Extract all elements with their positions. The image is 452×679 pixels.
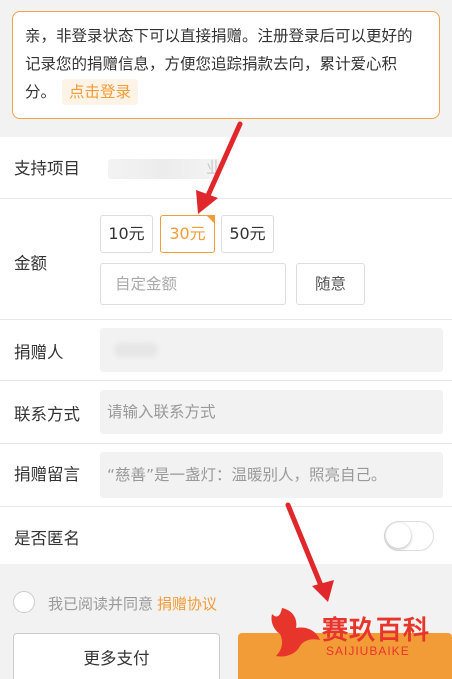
message-label: 捐赠留言 <box>14 465 80 484</box>
anonymous-toggle[interactable] <box>384 521 434 551</box>
watermark-subtitle: SAIJIUBAIKE <box>326 644 410 658</box>
notice-area: 亲，非登录状态下可以直接捐赠。注册登录后可以更好的记录您的捐赠信息，方便您追踪捐… <box>0 0 452 137</box>
amount-option-label: 50元 <box>229 224 266 243</box>
contact-label: 联系方式 <box>14 405 80 424</box>
more-pay-button[interactable]: 更多支付 <box>13 633 220 679</box>
amount-option-10[interactable]: 10元 <box>100 215 153 253</box>
message-row: 捐赠留言 “慈善”是一盏灯：温暖别人，照亮自己。 <box>0 444 452 506</box>
selected-corner-mark <box>206 215 215 224</box>
anonymous-label: 是否匿名 <box>14 529 80 548</box>
watermark: 赛玖百科 SAIJIUBAIKE <box>262 600 452 666</box>
donor-label: 捐赠人 <box>14 343 64 362</box>
watermark-title: 赛玖百科 <box>322 616 431 646</box>
message-input[interactable]: “慈善”是一盏灯：温暖别人，照亮自己。 <box>100 452 443 498</box>
project-label: 支持项目 <box>14 159 80 178</box>
agreement-text: 我已阅读并同意 捐赠协议 <box>48 593 217 614</box>
donor-input[interactable] <box>100 328 443 372</box>
any-amount-button[interactable]: 随意 <box>296 263 365 305</box>
contact-row: 联系方式 请输入联系方式 <box>0 381 452 443</box>
amount-row: 金额 10元 30元 50元 自定金额 随意 <box>0 199 452 319</box>
project-name-blurred <box>108 159 220 179</box>
login-link[interactable]: 点击登录 <box>62 79 139 105</box>
login-notice: 亲，非登录状态下可以直接捐赠。注册登录后可以更好的记录您的捐赠信息，方便您追踪捐… <box>12 11 440 119</box>
contact-input[interactable]: 请输入联系方式 <box>100 390 443 434</box>
donor-name-blurred <box>114 343 158 357</box>
anonymous-row: 是否匿名 <box>0 507 452 564</box>
amount-option-label: 30元 <box>169 224 206 243</box>
amount-option-30[interactable]: 30元 <box>160 215 215 253</box>
project-name-tail: 业 <box>206 158 223 177</box>
agree-radio[interactable] <box>13 591 35 613</box>
toggle-knob <box>386 523 411 548</box>
custom-amount-input[interactable]: 自定金额 <box>100 263 286 305</box>
agreement-prefix: 我已阅读并同意 <box>48 595 154 613</box>
amount-label: 金额 <box>14 254 47 273</box>
amount-option-label: 10元 <box>108 224 145 243</box>
agreement-link[interactable]: 捐赠协议 <box>157 595 217 613</box>
donation-form: 支持项目 业 金额 10元 30元 50元 自定金额 随意 捐赠人 联系方式 请… <box>0 137 452 564</box>
donor-row: 捐赠人 <box>0 320 452 380</box>
project-row: 支持项目 业 <box>0 137 452 198</box>
amount-option-50[interactable]: 50元 <box>221 215 274 253</box>
